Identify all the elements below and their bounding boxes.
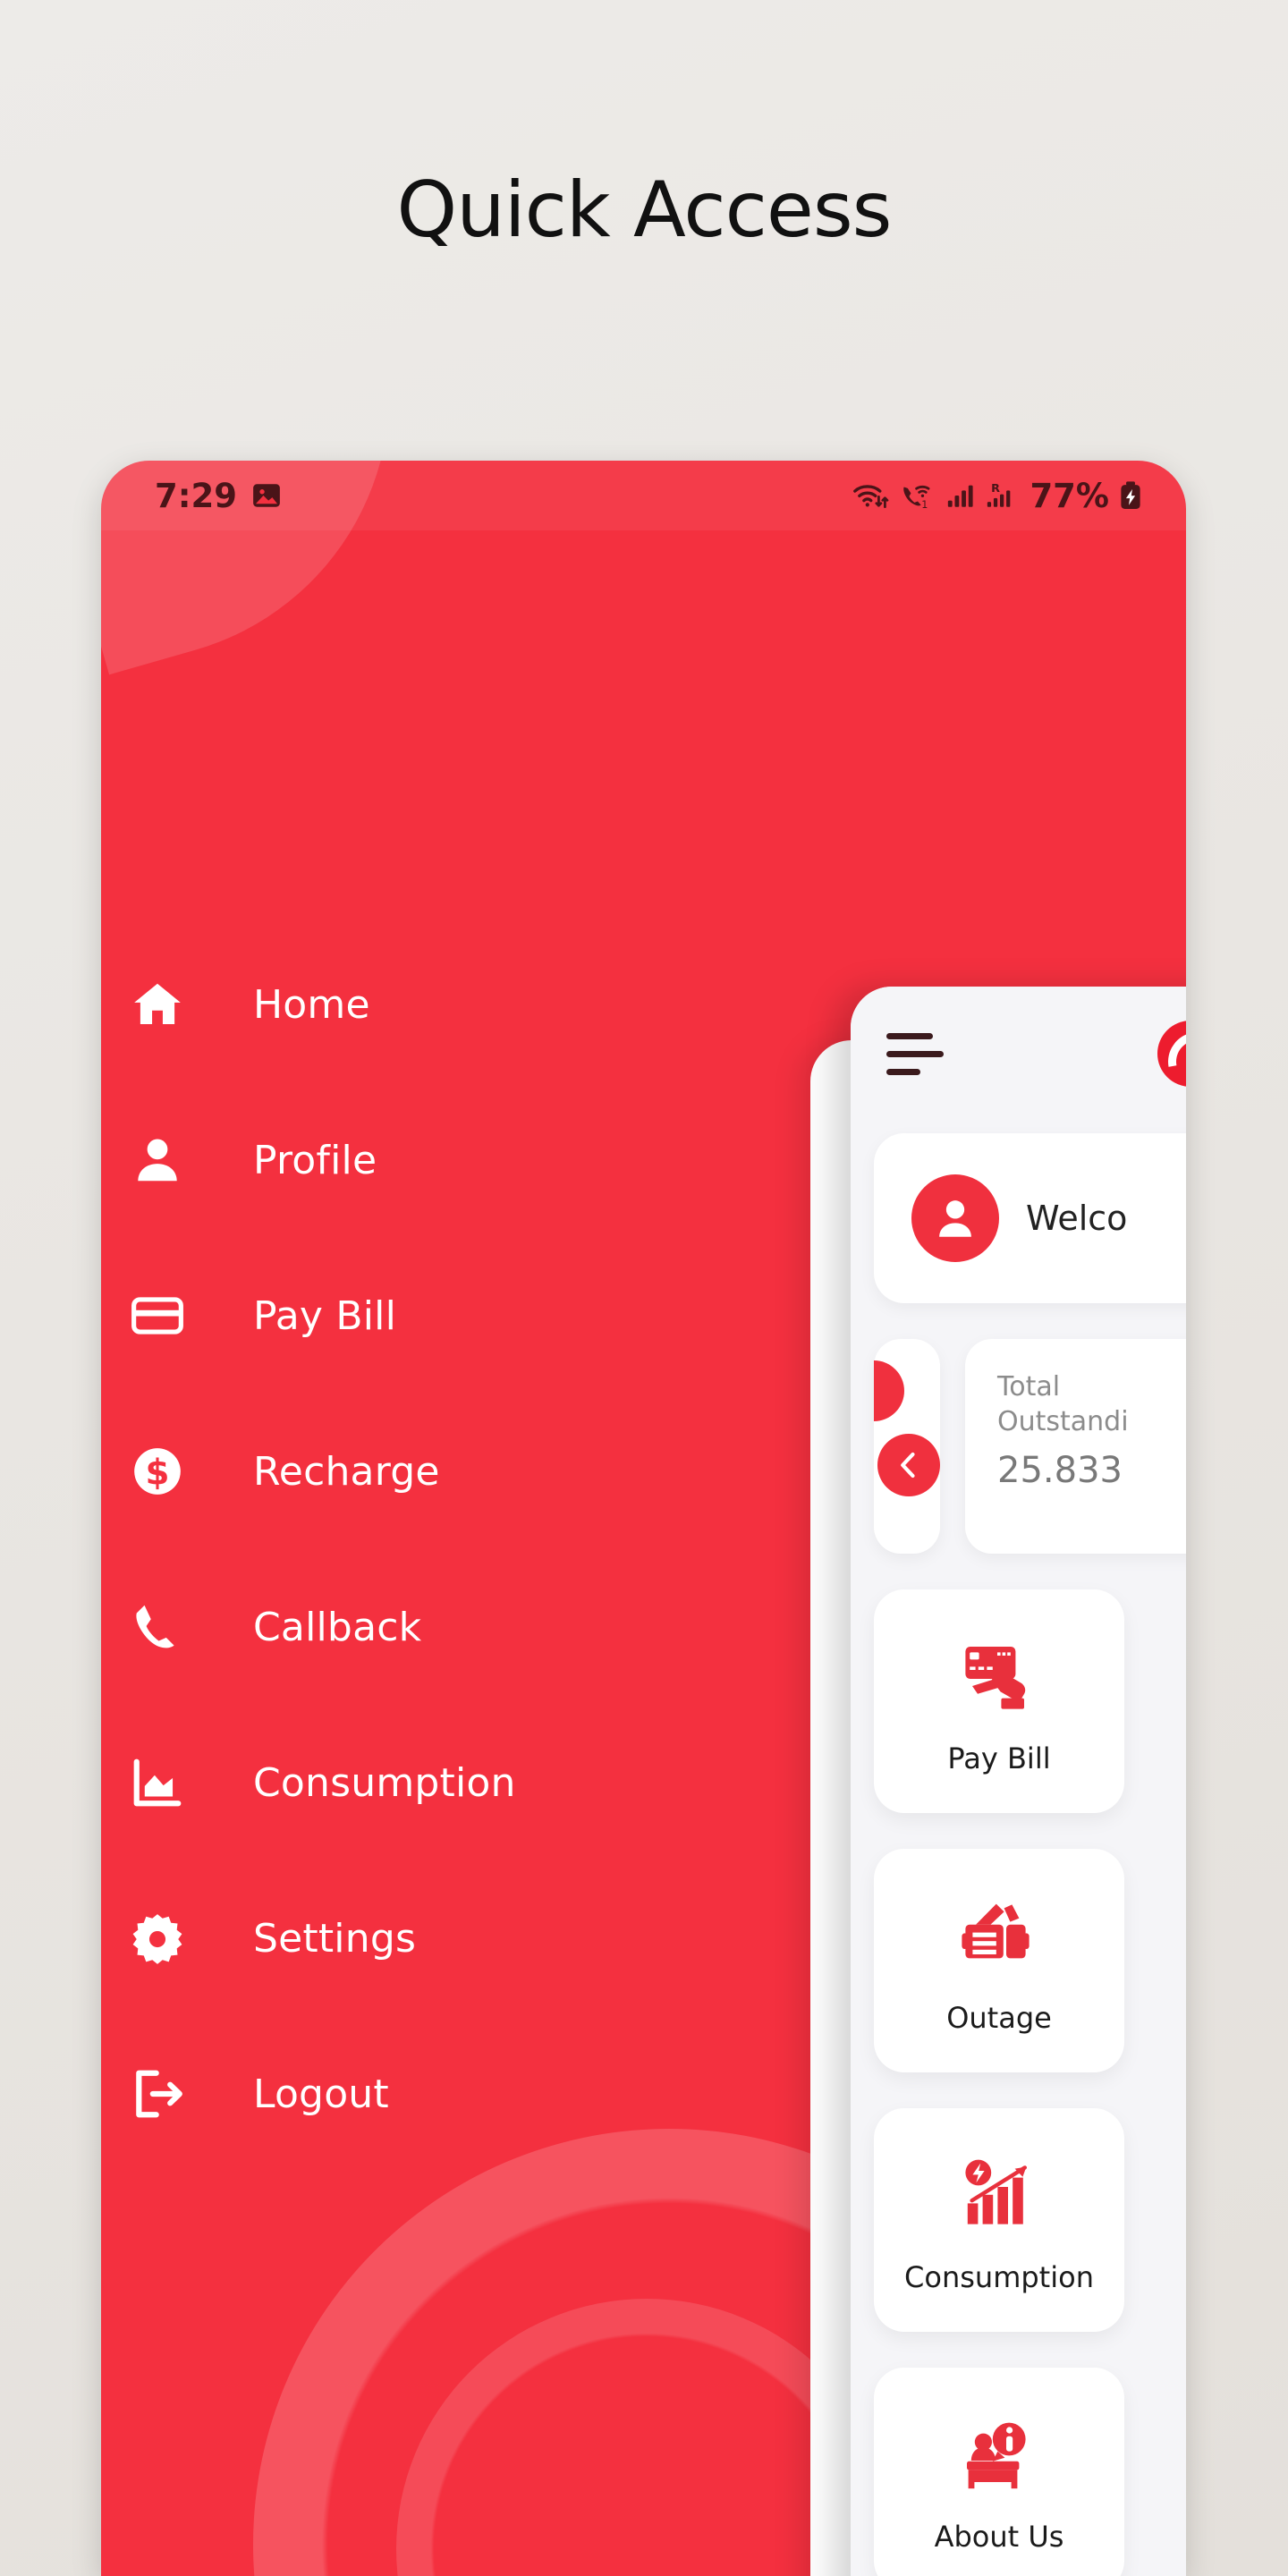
svg-text:$: $ [146,1453,170,1493]
gear-icon [130,1911,226,1966]
battery-charging-icon [1121,481,1140,510]
balance-carousel: Total Outstandi 25.833 [851,1339,1186,1554]
hand-card-icon [956,1627,1042,1724]
hamburger-line [886,1050,944,1057]
app-bar: س M [851,987,1186,1121]
page-title: Quick Access [396,165,893,255]
drawer-item-logout[interactable]: Logout [101,2051,781,2137]
svg-text:R: R [992,482,1001,496]
drawer-item-recharge[interactable]: $ Recharge [101,1428,781,1514]
drawer-item-label: Recharge [253,1448,440,1495]
svg-text:1: 1 [922,499,928,511]
drawer-item-label: Consumption [253,1759,516,1806]
navigation-drawer: Home Profile Pay Bill $ Recharge Callbac… [101,962,781,2207]
tile-outage[interactable]: Outage [874,1849,1124,2072]
drawer-item-label: Profile [253,1137,377,1183]
total-outstanding-value: 25.833 [997,1450,1123,1491]
drawer-item-consumption[interactable]: Consumption [101,1740,781,1826]
quick-access-tiles: Pay Bill Outage Consumption About Us [874,1589,1186,2576]
carousel-previous-card[interactable] [874,1339,940,1554]
drawer-item-label: Callback [253,1604,422,1650]
app-logo-icon [1157,1021,1186,1087]
hamburger-line [886,1068,920,1075]
app-content-panel: س M Welco Total Outstandi 25. [851,987,1186,2576]
drawer-item-profile[interactable]: Profile [101,1117,781,1203]
tile-pay-bill[interactable]: Pay Bill [874,1589,1124,1813]
info-desk-icon [956,2405,1042,2502]
phone-mockup: 7:29 1 R 77% Home Profile Pay Bill $ Rec… [101,461,1186,2576]
drawer-item-label: Logout [253,2071,389,2117]
chevron-left-icon[interactable] [877,1434,940,1496]
outage-box-icon [956,1886,1042,1983]
panel-body: Welco Total Outstandi 25.833 Pay Bill Ou… [851,1133,1186,2576]
status-bar-left: 7:29 [155,477,282,515]
dollar-circle-icon: $ [130,1444,226,1499]
home-icon [130,977,226,1032]
status-time: 7:29 [155,476,238,515]
user-avatar-icon [911,1174,999,1262]
total-outstanding-label: Total Outstandi [997,1371,1129,1437]
drawer-item-settings[interactable]: Settings [101,1895,781,1981]
drawer-item-label: Settings [253,1915,417,1962]
tile-label: Outage [946,2001,1052,2035]
area-chart-icon [130,1755,226,1810]
welcome-card[interactable]: Welco [874,1133,1186,1303]
drawer-item-label: Home [253,981,370,1028]
volte-call-icon: 1 [903,485,930,511]
phone-icon [130,1599,226,1655]
status-bar: 7:29 1 R 77% [101,461,1186,530]
brand-logo-group[interactable]: س M [1157,1021,1186,1087]
tile-label: Consumption [904,2260,1094,2294]
drawer-item-home[interactable]: Home [101,962,781,1047]
battery-percent-label: 77% [1030,476,1109,515]
welcome-greeting: Welco [1026,1199,1128,1238]
total-outstanding-card[interactable]: Total Outstandi 25.833 [965,1339,1186,1554]
tile-label: About Us [934,2520,1064,2554]
tile-about-us[interactable]: About Us [874,2368,1124,2576]
tile-label: Pay Bill [947,1741,1051,1775]
drawer-item-pay-bill[interactable]: Pay Bill [101,1273,781,1359]
roaming-signal-icon: R [987,482,1011,507]
tile-consumption[interactable]: Consumption [874,2108,1124,2332]
status-bar-right: 1 R 77% [852,477,1143,515]
signal-bars-1-icon [948,485,974,507]
bar-chart-bolt-icon [956,2146,1042,2242]
logout-icon [130,2066,226,2122]
person-icon [130,1132,226,1188]
drawer-item-label: Pay Bill [253,1292,397,1339]
hamburger-line [886,1032,933,1039]
wifi-data-icon [853,485,889,508]
carousel-indicator-dot [874,1360,904,1421]
screenshot-icon [253,484,280,507]
hamburger-icon[interactable] [886,1032,944,1075]
drawer-item-callback[interactable]: Callback [101,1584,781,1670]
credit-card-icon [130,1288,226,1343]
